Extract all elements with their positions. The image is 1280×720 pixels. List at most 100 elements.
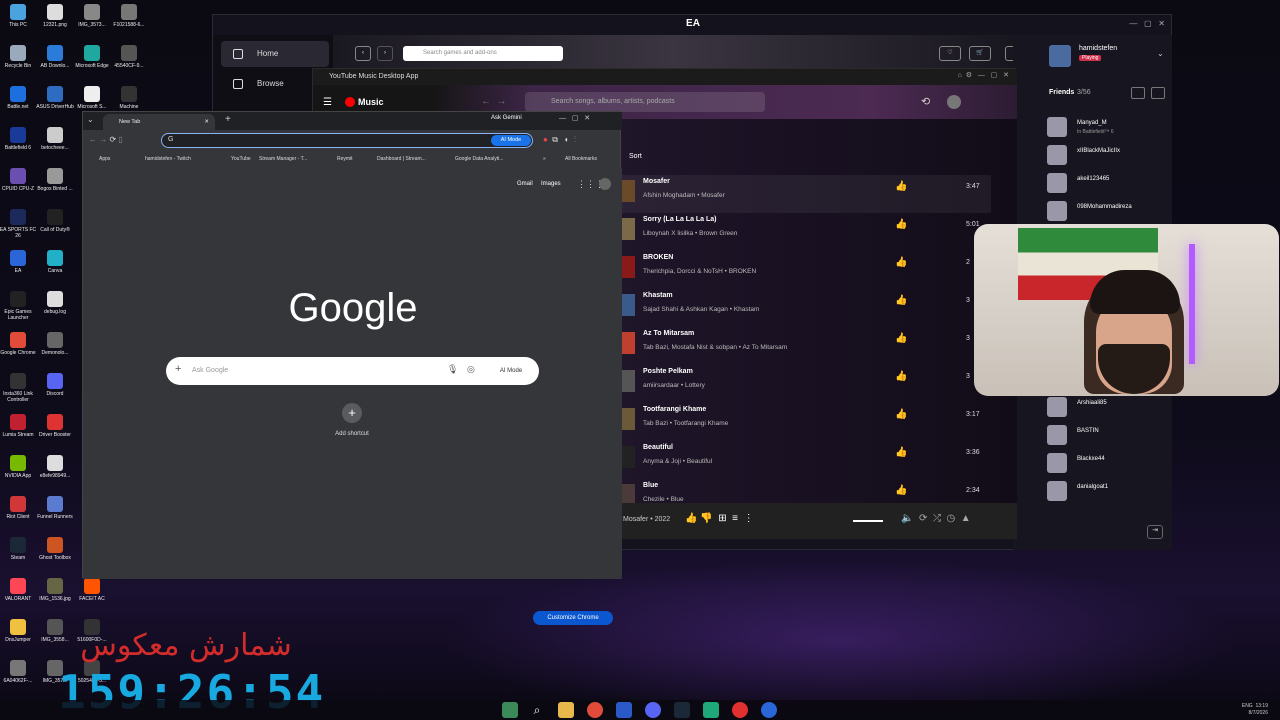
google-search-box[interactable]: Ask Google xyxy=(166,357,539,385)
add-icon[interactable]: + xyxy=(175,363,181,375)
friend-item[interactable]: BASTIN xyxy=(1047,423,1167,447)
desktop-icon[interactable]: Microsoft S... xyxy=(72,86,112,110)
bookmark-item[interactable]: Stream Manager - T... xyxy=(259,156,307,162)
like-icon[interactable]: 👍 xyxy=(895,485,909,496)
song-row[interactable]: Sorry (La La La La La) Liboynah X lisilka… xyxy=(621,213,991,251)
friend-item[interactable]: Manyad_M In Battlefield™ 6 xyxy=(1047,115,1167,139)
images-link[interactable]: Images xyxy=(541,181,561,187)
ytmusic-taskbar-icon[interactable] xyxy=(732,702,748,718)
ask-gemini-button[interactable]: Ask Gemini xyxy=(491,115,522,121)
bookmark-item[interactable]: Reymit xyxy=(337,156,353,162)
ea-taskbar-icon[interactable] xyxy=(761,702,777,718)
desktop-icon[interactable]: 12321.png xyxy=(35,4,75,28)
desktop-icon[interactable]: F1021588-6... xyxy=(109,4,149,28)
player-actions-icon[interactable]: 👍 👎 ⊞ ≡ ⋮ xyxy=(685,513,754,524)
menu-icon[interactable]: ☰ xyxy=(323,97,332,108)
desktop-icon[interactable]: Canva xyxy=(35,250,75,274)
friend-item[interactable]: akeil123465 xyxy=(1047,171,1167,195)
desktop-icon[interactable]: Machine xyxy=(109,86,149,110)
forward-button[interactable]: › xyxy=(377,46,393,61)
player-controls-icon[interactable]: 🔈 ⟳ ⤮ ◷ ▲ xyxy=(901,513,971,524)
omnibox[interactable]: G xyxy=(161,133,533,148)
desktop-icon[interactable]: e8efe98949... xyxy=(35,455,75,479)
bookmark-item[interactable]: YouTube xyxy=(231,156,251,162)
desktop-icon[interactable]: EA SPORTS FC 26 xyxy=(0,209,38,239)
desktop-icon[interactable]: FACEIT AC xyxy=(72,578,112,602)
ea-nav-home[interactable]: Home xyxy=(221,41,329,67)
desktop-icon[interactable]: Driver Booster xyxy=(35,414,75,438)
desktop-icon[interactable]: ASUS DriverHub xyxy=(35,86,75,110)
like-icon[interactable]: 👍 xyxy=(895,181,909,192)
friend-item[interactable]: danialgoat1 xyxy=(1047,479,1167,503)
song-row[interactable]: Mosafer Afshin Moghadam • Mosafer 👍 3:47 xyxy=(621,175,991,213)
tab-new-tab[interactable]: New Tab ✕ xyxy=(103,114,215,130)
collapse-panel-icon[interactable]: ⇥ xyxy=(1147,525,1163,539)
song-row[interactable]: BROKEN Therichpia, Dorcci & NoTsH • BROKE… xyxy=(621,251,991,289)
tab-search-icon[interactable]: ⌄ xyxy=(87,115,94,124)
desktop-icon[interactable]: Discord xyxy=(35,373,75,397)
nav-arrows-icon[interactable]: ← → xyxy=(481,96,507,107)
desktop-icon[interactable]: EA xyxy=(0,250,38,274)
desktop-icon[interactable]: debug.log xyxy=(35,291,75,315)
desktop-icon[interactable]: Insta360 Link Controller xyxy=(0,373,38,403)
volume-slider[interactable] xyxy=(853,520,883,522)
desktop-icon[interactable]: Recycle Bin xyxy=(0,45,38,69)
desktop-icon[interactable]: Bogos Binted ... xyxy=(35,168,75,192)
song-row[interactable]: Beautiful Anyma & Joji • Beautiful 👍 3:36 xyxy=(621,441,991,479)
add-friend-icon[interactable] xyxy=(1151,87,1165,99)
desktop-icon[interactable]: Call of Duty® xyxy=(35,209,75,233)
desktop-icon[interactable]: VALORANT xyxy=(0,578,38,602)
all-bookmarks-button[interactable]: All Bookmarks xyxy=(565,156,597,162)
song-row[interactable]: Poshte Pelkam amiirsardaar • Lottery 👍 3 xyxy=(621,365,991,403)
mic-icon[interactable]: 🎙 xyxy=(447,364,458,375)
discord-taskbar-icon[interactable] xyxy=(645,702,661,718)
bookmark-item[interactable]: Apps xyxy=(99,156,110,162)
desktop-icon[interactable]: Google Chrome xyxy=(0,332,38,356)
gmail-link[interactable]: Gmail xyxy=(517,181,533,187)
desktop-icon[interactable]: betocheee... xyxy=(35,127,75,151)
bookmark-item[interactable]: Google Data Analyti... xyxy=(455,156,503,162)
customize-chrome-button[interactable]: Customize Chrome xyxy=(533,611,613,625)
add-shortcut-icon[interactable]: + xyxy=(342,403,362,423)
desktop-icon[interactable]: AB Downlo... xyxy=(35,45,75,69)
desktop-icon[interactable]: DnsJumper xyxy=(0,619,38,643)
desktop-icon[interactable]: IMG_1536.jpg xyxy=(35,578,75,602)
sort-button[interactable]: Sort xyxy=(629,153,642,160)
omnibox-ai-mode-button[interactable]: AI Mode xyxy=(491,135,531,146)
chrome-toolbar-icons[interactable]: ● ⧉ ◐ ⋮ xyxy=(543,135,576,145)
desktop-icon[interactable]: NVIDIA App xyxy=(0,455,38,479)
desktop-icon[interactable]: Demonolo... xyxy=(35,332,75,356)
desktop-icon[interactable]: IMG_3573... xyxy=(72,4,112,28)
like-icon[interactable]: 👍 xyxy=(895,295,909,306)
system-tray[interactable]: ENG 13:19 8/7/2026 xyxy=(1242,703,1268,717)
like-icon[interactable]: 👍 xyxy=(895,257,909,268)
desktop-icon[interactable]: This PC xyxy=(0,4,38,28)
song-row[interactable]: Tootfarangi Khame Tab Bazi • Tootfarangi … xyxy=(621,403,991,441)
friend-item[interactable]: xIIBlackMaJicIIx xyxy=(1047,143,1167,167)
friend-item[interactable]: 098Mohammadireza xyxy=(1047,199,1167,223)
desktop-icon[interactable]: Epic Games Launcher xyxy=(0,291,38,321)
like-icon[interactable]: 👍 xyxy=(895,371,909,382)
ea-search-input[interactable]: Search games and add-ons xyxy=(403,46,563,61)
song-row[interactable]: Az To Mitarsam Tab Bazi, Mostafa Nist & s… xyxy=(621,327,991,365)
steam-taskbar-icon[interactable] xyxy=(674,702,690,718)
wishlist-icon[interactable]: ♡ xyxy=(939,46,961,61)
desktop-icon[interactable]: CPUID CPU-Z xyxy=(0,168,38,192)
friend-item[interactable]: Blackxe44 xyxy=(1047,451,1167,475)
app-taskbar-icon[interactable] xyxy=(616,702,632,718)
chevron-down-icon[interactable]: ⌄ xyxy=(1157,49,1164,58)
back-button[interactable]: ‹ xyxy=(355,46,371,61)
ai-mode-button[interactable]: AI Mode xyxy=(489,363,533,379)
profile-avatar[interactable] xyxy=(599,178,611,190)
song-row[interactable]: Khastam Sajad Shahi & Ashkan Kagan • Khas… xyxy=(621,289,991,327)
bookmark-item[interactable]: Dashboard | Stream... xyxy=(377,156,426,162)
search-icon[interactable]: ⌕ xyxy=(529,702,545,718)
user-avatar[interactable] xyxy=(1049,45,1071,67)
desktop-icon[interactable]: Funnel Runners xyxy=(35,496,75,520)
like-icon[interactable]: 👍 xyxy=(895,409,909,420)
close-icon[interactable]: ✕ xyxy=(204,114,209,130)
desktop-icon[interactable]: Lumia Stream xyxy=(0,414,38,438)
like-icon[interactable]: 👍 xyxy=(895,219,909,230)
ytmusic-logo[interactable]: Music xyxy=(358,97,384,107)
history-icon[interactable]: ⟲ xyxy=(921,95,930,108)
